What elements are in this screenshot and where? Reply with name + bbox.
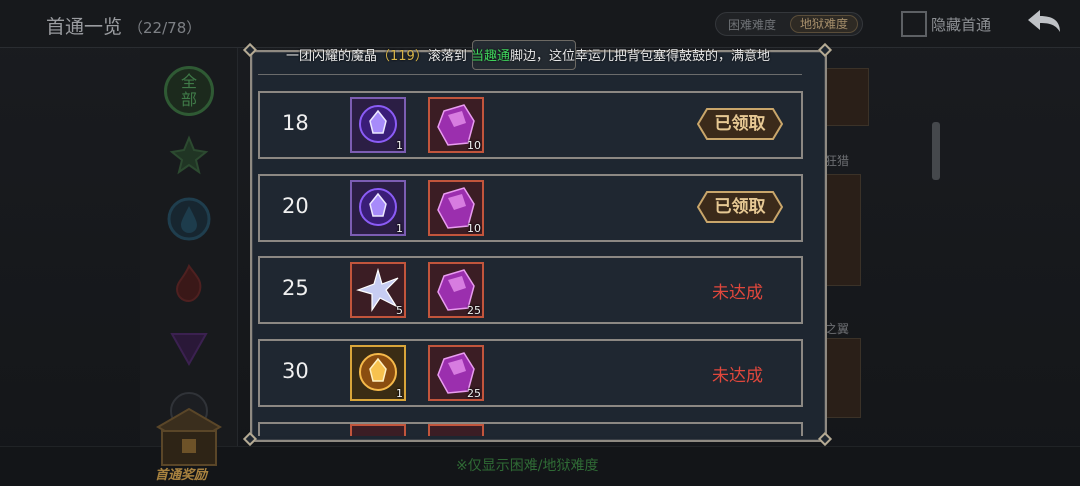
- item-quantity: 25: [467, 304, 481, 317]
- claimed-button-label: 已领取: [714, 114, 766, 134]
- hide-cleared-label: 隐藏首通: [931, 16, 992, 34]
- wind-element-icon[interactable]: [164, 130, 214, 180]
- claimed-button[interactable]: 已领取: [696, 191, 784, 223]
- page-title: 首通一览 （22/78）: [46, 12, 201, 39]
- reward-row: 20 1 10 已领取: [258, 174, 803, 242]
- filter-all-label: 全部: [180, 72, 197, 109]
- banner-text: 脚边，这位幸运儿把背包塞得鼓鼓的，满意地: [510, 49, 771, 64]
- reward-row: 30 1 25 未达成: [258, 339, 803, 407]
- claimed-button-label: 已领取: [714, 197, 766, 217]
- item-quantity: 1: [396, 139, 403, 152]
- first-clear-reward-label: 首通奖励: [155, 468, 208, 483]
- claimed-button[interactable]: 已领取: [696, 108, 784, 140]
- filter-all-button[interactable]: 全部: [164, 66, 214, 116]
- system-announcement-banner: 一团闪耀的魔晶（119）滚落到 当趣通脚边，这位幸运儿把背包塞得鼓鼓的，满意地: [286, 46, 816, 68]
- reward-item[interactable]: 5: [350, 262, 406, 318]
- dark-element-icon[interactable]: [164, 322, 214, 372]
- item-quantity: 5: [396, 304, 403, 317]
- difficulty-hard-option[interactable]: 困难难度: [728, 16, 776, 33]
- difficulty-note: ※仅显示困难/地狱难度: [456, 458, 599, 474]
- unachieved-status: 未达成: [712, 366, 763, 386]
- unachieved-status: 未达成: [712, 283, 763, 303]
- game-screen: 首通一览 （22/78） 困难难度 地狱难度 隐藏首通 全部 狂猎 之翼 首通奖…: [0, 0, 1080, 486]
- item-quantity: 1: [396, 222, 403, 235]
- reward-item[interactable]: 1: [350, 97, 406, 153]
- reward-row-partial: [258, 422, 803, 436]
- stage-list-scrollbar[interactable]: [932, 122, 940, 180]
- stage-card[interactable]: [825, 338, 861, 418]
- modal-divider: [258, 74, 802, 75]
- reward-item[interactable]: 1: [350, 345, 406, 401]
- reward-item-edge: [350, 424, 406, 436]
- fire-element-icon[interactable]: [164, 258, 214, 308]
- reward-item[interactable]: 10: [428, 180, 484, 236]
- reward-item[interactable]: 25: [428, 262, 484, 318]
- back-arrow-icon[interactable]: [1024, 6, 1064, 38]
- progress-count: （22/78）: [128, 19, 202, 37]
- item-quantity: 1: [396, 387, 403, 400]
- hide-cleared-checkbox[interactable]: [901, 11, 927, 37]
- reward-item-edge: [428, 424, 484, 436]
- banner-player-name[interactable]: 当趣通: [471, 49, 510, 64]
- reward-item[interactable]: 1: [350, 180, 406, 236]
- stage-card[interactable]: [825, 68, 869, 126]
- row-level: 18: [282, 111, 309, 135]
- title-text: 首通一览: [46, 16, 123, 38]
- row-level: 30: [282, 359, 309, 383]
- banner-text: 一团闪耀的魔晶: [286, 49, 378, 64]
- row-level: 25: [282, 276, 309, 300]
- element-filter-column: 全部: [140, 48, 238, 448]
- reward-item[interactable]: 10: [428, 97, 484, 153]
- reward-row: 18 1 10 已领取: [258, 91, 803, 159]
- item-quantity: 10: [467, 222, 481, 235]
- banner-number: （119）: [377, 49, 428, 64]
- row-level: 20: [282, 194, 309, 218]
- reward-row: 25 5 25 未达成: [258, 256, 803, 324]
- difficulty-toggle[interactable]: 困难难度 地狱难度: [715, 12, 863, 36]
- stage-card[interactable]: [825, 174, 861, 286]
- stage-card-label: 之翼: [825, 322, 850, 336]
- item-quantity: 10: [467, 139, 481, 152]
- stage-card-label: 狂猎: [825, 154, 850, 168]
- stage-card-column: 狂猎 之翼: [825, 48, 935, 448]
- item-quantity: 25: [467, 387, 481, 400]
- difficulty-hell-option[interactable]: 地狱难度: [790, 15, 858, 33]
- reward-item[interactable]: 25: [428, 345, 484, 401]
- water-element-icon[interactable]: [164, 194, 214, 244]
- banner-text: 滚落到: [427, 49, 467, 64]
